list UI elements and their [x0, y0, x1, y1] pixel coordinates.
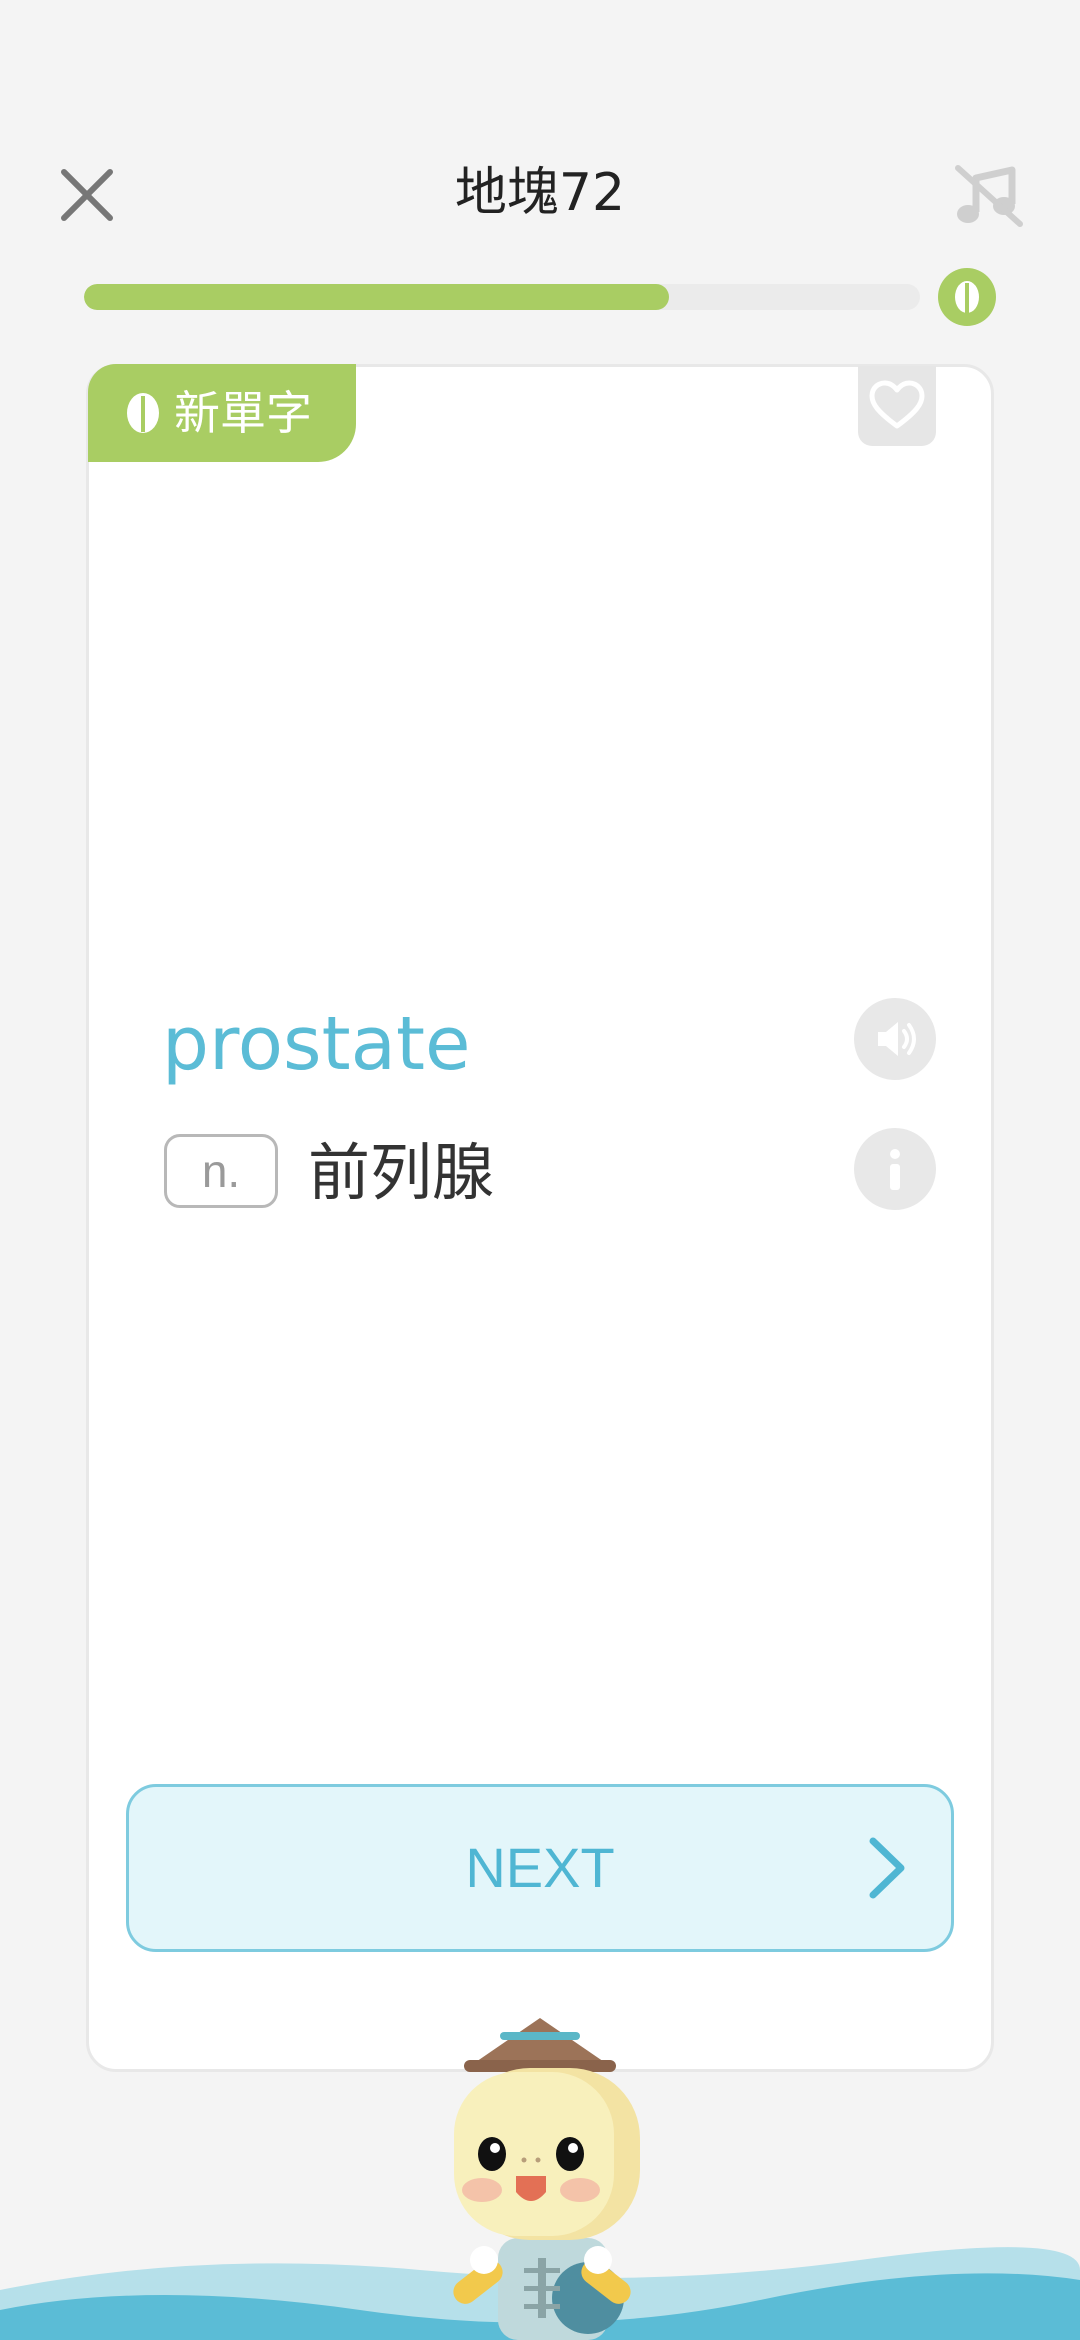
progress-bar: [84, 284, 920, 310]
leaf-icon: [955, 281, 979, 313]
pronunciation-button[interactable]: [854, 998, 936, 1080]
favorite-button[interactable]: [858, 366, 936, 446]
info-icon: [890, 1149, 900, 1190]
next-button-label: NEXT: [465, 1836, 615, 1899]
music-off-icon: [955, 165, 1023, 227]
chevron-right-icon: [869, 1837, 905, 1899]
word-meaning: 前列腺: [308, 1136, 495, 1209]
new-word-tag: 新單字: [88, 364, 356, 462]
leaf-icon: [127, 393, 159, 433]
speaker-icon: [878, 1022, 916, 1056]
vocabulary-word: prostate: [162, 1001, 471, 1087]
close-icon: [61, 169, 113, 221]
progress-fill: [84, 284, 670, 310]
close-button[interactable]: [52, 160, 122, 230]
heart-icon: [869, 380, 925, 429]
progress-goal-badge: [938, 268, 996, 326]
next-button[interactable]: NEXT: [126, 1784, 954, 1952]
mascot-character: [453, 2018, 640, 2340]
music-toggle-button[interactable]: [950, 160, 1026, 230]
info-button[interactable]: [854, 1128, 936, 1210]
new-word-tag-label: 新單字: [174, 386, 312, 440]
part-of-speech-badge: n.: [164, 1134, 278, 1208]
page-title: 地塊72: [454, 163, 626, 223]
